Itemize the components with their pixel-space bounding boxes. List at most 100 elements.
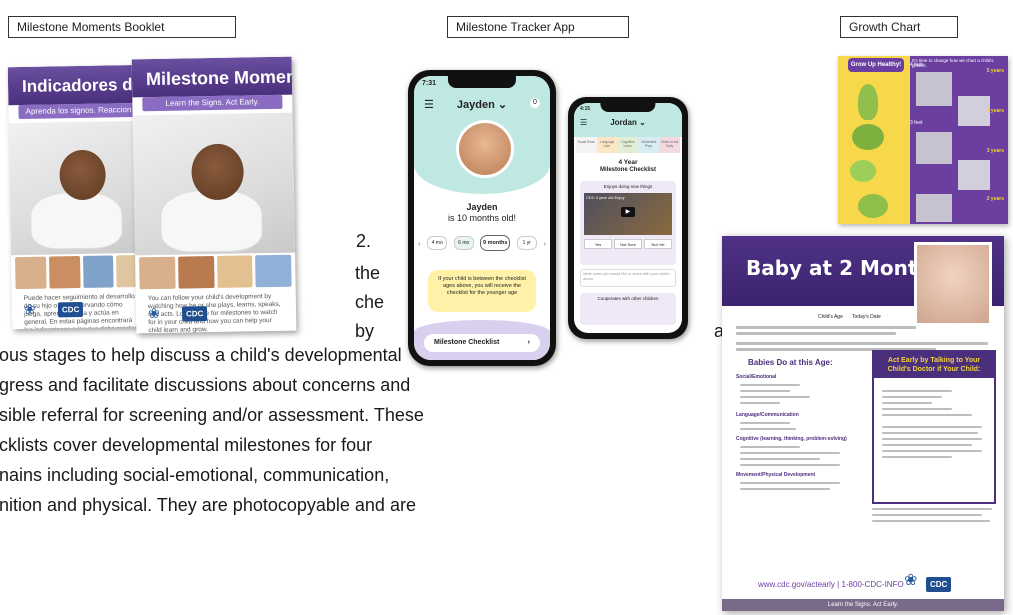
phone-notch xyxy=(447,76,517,88)
milestone-video[interactable]: CDC 4 year old Enjoy ▶ xyxy=(584,193,672,235)
growth-chart-title: Grow Up Healthy! xyxy=(848,58,904,72)
checklist-title-age: 4 Year xyxy=(618,159,638,166)
age-selector: ‹ 4 mo 6 mo 9 months 1 yr › xyxy=(418,234,546,252)
age-notice: If your child is between the checklist a… xyxy=(428,270,536,312)
chevron-down-icon: ⌄ xyxy=(497,99,508,111)
paragraph-line: gress and facilitate discussions about c… xyxy=(0,375,411,395)
status-time: 7:31 xyxy=(422,80,437,87)
milestone-sheet: Baby at 2 Months Child's Age Today's Dat… xyxy=(722,236,1004,611)
chevron-right-icon[interactable]: › xyxy=(543,239,546,248)
cdc-logo: CDC xyxy=(181,305,208,322)
chevron-right-icon: › xyxy=(527,339,530,346)
booklet-label: Milestone Moments Booklet xyxy=(8,16,236,38)
age-marker: 5 years xyxy=(986,68,1004,74)
phone-jayden: 7:31 ☰ Jayden ⌄ 0 Jayden is 10 months ol… xyxy=(408,70,556,366)
answer-not-sure[interactable]: Not Sure xyxy=(614,239,642,249)
section-movement: Movement/Physical Development xyxy=(736,472,816,478)
growth-chart: Grow Up Healthy! It's time to change how… xyxy=(838,56,1008,224)
booklet-spanish-title: Indicadores del De xyxy=(7,64,152,106)
age-marker: 3 years xyxy=(986,148,1004,154)
text-fragment: che xyxy=(355,292,385,312)
answer-yes[interactable]: Yes xyxy=(584,239,612,249)
domain-tabs: Social Emot. Language Com. Cognitive Lea… xyxy=(576,137,680,153)
paragraph-line: sible referral for screening and/or asse… xyxy=(0,405,424,425)
milestone-checklist-button[interactable]: Milestone Checklist › xyxy=(424,334,540,352)
booklet-english: Milestone Moments Learn the Signs. Act E… xyxy=(131,56,297,334)
sheet-footer-url: www.cdc.gov/actearly | 1-800-CDC-INFO xyxy=(758,580,904,589)
growth-label-text: Growth Chart xyxy=(849,20,921,34)
cdc-logo: CDC xyxy=(926,574,952,592)
growth-label: Growth Chart xyxy=(840,16,958,38)
milestone-checklist-label: Milestone Checklist xyxy=(434,339,500,346)
child-avatar xyxy=(456,120,514,178)
booklet-english-thumbnails xyxy=(139,254,292,290)
notification-icon[interactable]: 0 xyxy=(530,98,540,108)
phone-jayden-screen: 7:31 ☰ Jayden ⌄ 0 Jayden is 10 months ol… xyxy=(414,76,550,360)
answer-not-yet[interactable]: Not Yet xyxy=(644,239,672,249)
hhs-eagle-icon: ❀ xyxy=(147,304,160,322)
sheet-footer-band: Learn the Signs. Act Early. xyxy=(722,599,1004,611)
child-age-label: Child's Age xyxy=(818,314,843,320)
booklet-spanish-thumbnails xyxy=(15,254,148,290)
booklet-english-title: Milestone Moments xyxy=(131,56,296,98)
booklet-english-photo xyxy=(132,112,296,256)
section-cognitive: Cognitive (learning, thinking, problem-s… xyxy=(736,436,847,442)
age-marker: 2 years xyxy=(986,196,1004,202)
headline-age: is 10 months old! xyxy=(447,213,517,223)
tab-cognitive[interactable]: Cognitive Learn. xyxy=(617,137,639,153)
sheet-header: Baby at 2 Months xyxy=(722,236,1004,326)
hhs-eagle-icon: ❀ xyxy=(904,572,918,589)
sheet-section-heading: Babies Do at this Age: xyxy=(748,358,833,367)
age-marker: 4 years xyxy=(986,108,1004,114)
headline-name: Jayden xyxy=(466,202,498,212)
paragraph-line: nains including social-emotional, commun… xyxy=(0,465,390,485)
answer-options: Yes Not Sure Not Yet xyxy=(584,239,672,249)
milestone-item-text: Cooperates with other children xyxy=(597,296,659,301)
booklet-spanish-footer: ❀ CDC xyxy=(24,295,142,323)
growth-chart-caption: It's time to change how we chart a child… xyxy=(912,58,994,68)
text-fragment: the xyxy=(355,263,381,283)
booklet-label-text: Milestone Moments Booklet xyxy=(17,20,165,34)
milestone-card: Enjoys doing new things CDC 4 year old E… xyxy=(580,181,676,265)
child-selector[interactable]: Jordan ⌄ xyxy=(574,118,682,127)
video-caption: CDC 4 year old Enjoy xyxy=(586,195,625,200)
paragraph-line: ous stages to help discuss a child's dev… xyxy=(0,345,402,365)
booklet-english-subtitle: Learn the Signs. Act Early. xyxy=(142,94,283,112)
milestone-item-text: Enjoys doing new things xyxy=(603,184,653,189)
status-time: 4:15 xyxy=(580,106,591,112)
checklist-title: Milestone Checklist xyxy=(599,167,656,173)
booklet-spanish: Indicadores del De Aprenda los signos. R… xyxy=(7,64,153,330)
notes-field[interactable]: Write notes you would like to share with… xyxy=(580,269,676,287)
booklet-spanish-subtitle: Aprenda los signos. Reaccion xyxy=(18,102,139,120)
age-pill[interactable]: 4 mo xyxy=(427,236,448,250)
height-marker: 4 feet xyxy=(910,62,923,68)
tab-language[interactable]: Language Com. xyxy=(596,137,618,153)
act-early-box: Act Early by Talking to Your Child's Doc… xyxy=(872,350,996,504)
phone-notch xyxy=(600,103,656,112)
age-pill-selected[interactable]: 9 months xyxy=(480,235,511,251)
baby-photo xyxy=(914,242,992,326)
tab-social[interactable]: Social Emot. xyxy=(576,137,597,153)
milestone-card-2: Cooperates with other children xyxy=(580,293,676,325)
tracker-label: Milestone Tracker App xyxy=(447,16,629,38)
age-pill[interactable]: 6 mo xyxy=(453,236,474,250)
tab-movement[interactable]: Movement Phys. xyxy=(638,137,660,153)
child-selector-name: Jordan xyxy=(610,118,637,127)
list-number: 2. xyxy=(356,231,372,251)
booklet-spanish-photo xyxy=(8,120,151,256)
child-selector-name: Jayden xyxy=(456,99,495,111)
booklet-english-footer: ❀ CDC xyxy=(148,299,286,327)
paragraph-line: cklists cover developmental milestones f… xyxy=(0,435,373,455)
age-pill[interactable]: 1 yr xyxy=(516,236,537,250)
tracker-label-text: Milestone Tracker App xyxy=(456,20,575,34)
cdc-logo: CDC xyxy=(57,301,84,317)
tab-act-early[interactable]: When to Act Early xyxy=(659,137,680,153)
play-icon[interactable]: ▶ xyxy=(620,207,635,217)
section-language: Language/Communication xyxy=(736,412,799,418)
act-early-title: Act Early by Talking to Your Child's Doc… xyxy=(874,352,994,378)
phone-jordan-screen: 4:15 ☰ Jordan ⌄ Social Emot. Language Co… xyxy=(574,103,682,333)
section-social: Social/Emotional xyxy=(736,374,777,380)
paragraph-line: nition and physical. They are photocopya… xyxy=(0,495,416,515)
hhs-eagle-icon: ❀ xyxy=(23,300,36,317)
chevron-left-icon[interactable]: ‹ xyxy=(418,239,421,248)
